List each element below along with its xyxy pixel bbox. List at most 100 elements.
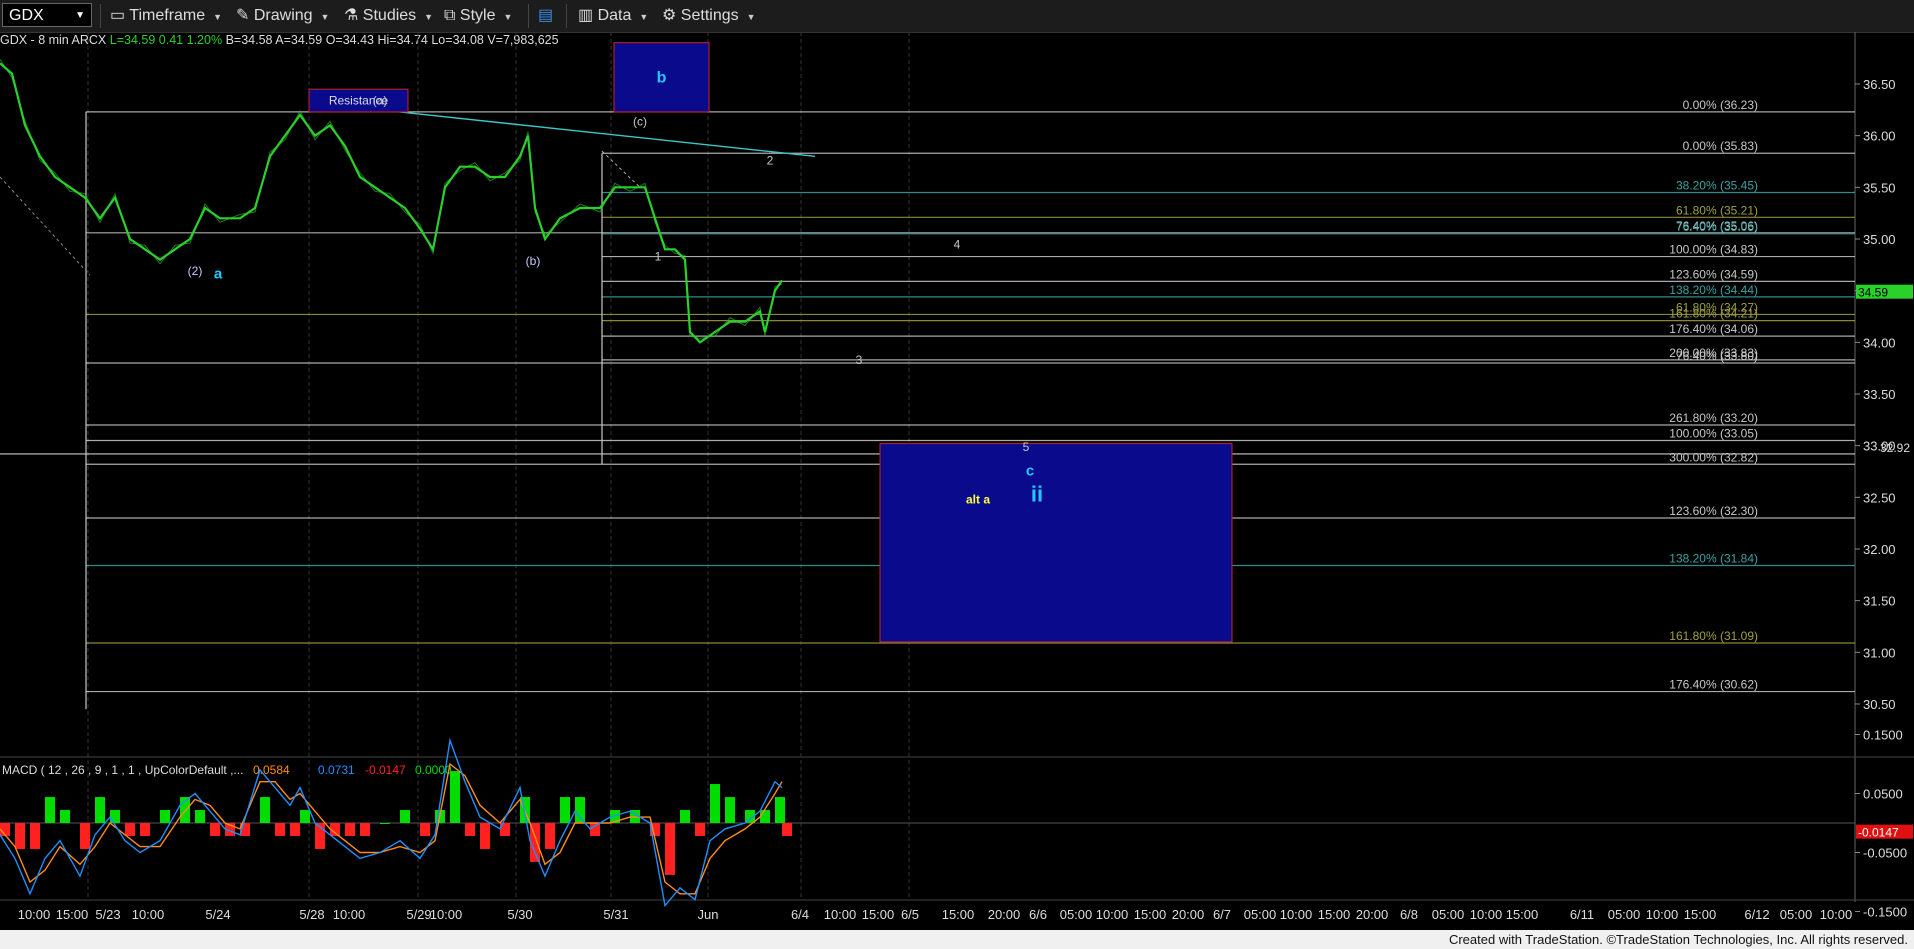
time-tick-label: 5/29 <box>406 907 431 922</box>
wave-label: alt a <box>966 493 990 507</box>
flask-icon: ⚗ <box>344 7 359 24</box>
timeframe-menu[interactable]: ▭ Timeframe ▼ <box>110 6 222 26</box>
fib-level-label: 76.40% (35.05) <box>1676 220 1758 234</box>
style-icon: ⧉ <box>444 7 456 24</box>
macd-histogram-bar <box>260 797 270 823</box>
macd-histogram-bar <box>400 810 410 823</box>
fib-level-label: 161.80% (34.21) <box>1669 307 1758 321</box>
macd-histogram-bar <box>140 823 150 836</box>
drawing-menu[interactable]: ✎ Drawing ▼ <box>236 6 329 26</box>
level-price-tag: 32.92 <box>1880 441 1910 455</box>
macd-histogram-bar <box>710 784 720 823</box>
macd-tick-label: -0.0500 <box>1863 846 1907 861</box>
macd-histogram-bar <box>95 797 105 823</box>
macd-histogram-bar <box>290 823 300 836</box>
fib-level-label: 161.80% (31.09) <box>1669 629 1758 643</box>
macd-histogram-bar <box>125 823 135 836</box>
gear-icon: ⚙ <box>662 7 677 24</box>
time-tick-label: Jun <box>698 907 719 922</box>
fib-level-label: 76.40% (33.80) <box>1676 349 1758 363</box>
symbol-text: GDX <box>9 7 44 24</box>
price-tick-label: 36.00 <box>1863 129 1896 144</box>
time-tick-label: 15:00 <box>1134 907 1167 922</box>
macd-tick-label: -0.1500 <box>1863 905 1907 920</box>
signal-value: 0.0731 <box>318 763 355 777</box>
macd-histogram-bar <box>300 810 310 823</box>
price-tick-label: 32.50 <box>1863 490 1896 505</box>
time-tick-label: 10:00 <box>430 907 463 922</box>
time-tick-label: 20:00 <box>1356 907 1389 922</box>
fib-level-label: 300.00% (32.82) <box>1669 450 1758 464</box>
macd-histogram-bar <box>680 810 690 823</box>
macd-histogram-bar <box>450 771 460 823</box>
price-tick-label: 31.00 <box>1863 645 1896 660</box>
wave-label: (c) <box>633 114 647 128</box>
time-tick-label: 15:00 <box>1684 907 1717 922</box>
time-tick-label: 6/4 <box>791 907 809 922</box>
macd-histogram-bar <box>80 823 90 849</box>
time-tick-label: 05:00 <box>1244 907 1277 922</box>
time-tick-label: 6/8 <box>1400 907 1418 922</box>
time-tick-label: 05:00 <box>1608 907 1641 922</box>
fib-level-label: 123.60% (34.59) <box>1669 267 1758 281</box>
time-tick-label: 15:00 <box>942 907 975 922</box>
macd-histogram-bar <box>420 823 430 836</box>
time-tick-label: 10:00 <box>1820 907 1853 922</box>
time-tick-label: 5/30 <box>507 907 532 922</box>
time-tick-label: 10:00 <box>1470 907 1503 922</box>
divider <box>566 4 567 28</box>
macd-histogram-bar <box>30 823 40 849</box>
macd-histogram-bar <box>560 797 570 823</box>
wave-label: 1 <box>655 250 662 264</box>
studies-menu[interactable]: ⚗ Studies ▼ <box>344 6 433 26</box>
settings-label: Settings <box>680 7 739 24</box>
fib-level-label: 123.60% (32.30) <box>1669 504 1758 518</box>
resistance-trendline <box>379 109 816 158</box>
caret-down-icon: ▼ <box>746 12 756 22</box>
layout-icon[interactable]: ▤ <box>538 6 553 26</box>
symbol-selector[interactable]: GDX ▼ <box>2 3 92 27</box>
macd-histogram-bar <box>775 797 785 823</box>
macd-histogram-bar <box>275 823 285 836</box>
macd-histogram-bar <box>160 810 170 823</box>
time-tick-label: 05:00 <box>1060 907 1093 922</box>
calendar-icon: ▭ <box>110 7 126 24</box>
fib-level-label: 138.20% (31.84) <box>1669 552 1758 566</box>
time-tick-label: 5/23 <box>95 907 120 922</box>
macd-tick-label: 0.1500 <box>1863 728 1903 743</box>
macd-histogram-bar <box>695 823 705 836</box>
fib-level-label: 38.20% (35.45) <box>1676 178 1758 192</box>
time-tick-label: 05:00 <box>1432 907 1465 922</box>
caret-down-icon: ▼ <box>320 12 330 22</box>
macd-histogram-bar <box>782 823 792 836</box>
wave-label: a <box>214 265 223 282</box>
data-menu[interactable]: ▥ Data ▼ <box>578 6 648 26</box>
fib-level-label: 100.00% (34.83) <box>1669 243 1758 257</box>
studies-label: Studies <box>362 7 417 24</box>
time-tick-label: 10:00 <box>1646 907 1679 922</box>
macd-histogram-bar <box>480 823 490 849</box>
fib-level-label: 61.80% (35.21) <box>1676 203 1758 217</box>
chart-icon: ▥ <box>578 7 594 24</box>
macd-histogram-bar <box>210 823 220 836</box>
style-menu[interactable]: ⧉ Style ▼ <box>444 6 512 26</box>
wave-label: ii <box>1031 481 1043 506</box>
target-zone-box <box>879 443 1233 643</box>
wave-label: (2) <box>188 264 203 278</box>
time-tick-label: 10:00 <box>333 907 366 922</box>
time-tick-label: 15:00 <box>862 907 895 922</box>
time-tick-label: 10:00 <box>1280 907 1313 922</box>
macd-histogram-bar <box>465 823 475 836</box>
caret-down-icon: ▼ <box>424 12 434 22</box>
chevron-down-icon: ▼ <box>75 10 85 21</box>
time-tick-label: 5/31 <box>603 907 628 922</box>
price-tick-label: 30.50 <box>1863 697 1896 712</box>
settings-menu[interactable]: ⚙ Settings ▼ <box>662 6 756 26</box>
fib-level-label: 138.20% (34.44) <box>1669 283 1758 297</box>
macd-histogram-bar <box>760 810 770 823</box>
price-chart[interactable]: 0.00% (36.23) 0.00% (35.83) 38.20% (35.45)… <box>0 32 1914 930</box>
macd-histogram-bar <box>360 823 370 836</box>
data-label: Data <box>597 7 632 24</box>
macd-histogram-bar <box>60 810 70 823</box>
price-tick-label: 33.50 <box>1863 387 1896 402</box>
